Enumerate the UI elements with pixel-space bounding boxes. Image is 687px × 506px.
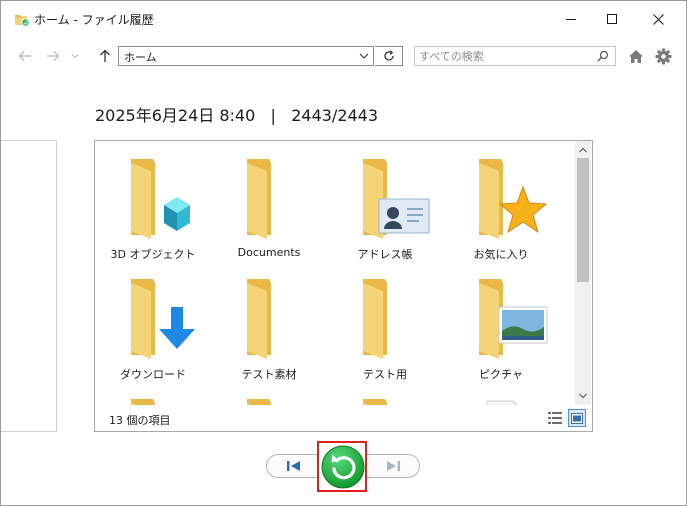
3d-objects-folder-icon <box>131 159 190 239</box>
folder-icon <box>247 159 271 239</box>
search-box[interactable] <box>414 46 616 66</box>
folder-label: ダウンロード <box>120 368 186 381</box>
minimize-icon <box>566 19 576 20</box>
previous-snapshot-pane[interactable] <box>1 140 57 432</box>
up-button[interactable] <box>94 45 116 67</box>
settings-button[interactable] <box>652 45 674 67</box>
snapshot-content-pane: 3D オブジェクト Documents アドレス帳 お気に入り ダウンロード テ… <box>94 140 593 432</box>
file-grid: 3D オブジェクト Documents アドレス帳 お気に入り ダウンロード テ… <box>95 141 575 405</box>
folder-item[interactable]: Documents <box>211 141 327 259</box>
forward-button[interactable] <box>42 45 64 67</box>
previous-version-button[interactable] <box>281 456 307 476</box>
pictures-folder-icon <box>479 279 548 359</box>
folder-item[interactable] <box>95 381 211 405</box>
window-title: ホーム - ファイル履歴 <box>34 13 154 27</box>
file-icon <box>486 400 518 405</box>
status-bar: 13 個の項目 <box>95 405 591 431</box>
folder-icon <box>247 399 271 405</box>
vertical-scrollbar[interactable] <box>575 141 591 405</box>
file-item[interactable] <box>443 381 559 405</box>
address-text: ホーム <box>124 51 157 64</box>
chevron-down-icon[interactable] <box>357 49 371 63</box>
folder-item[interactable] <box>211 381 327 405</box>
search-input[interactable] <box>419 48 589 64</box>
arrow-left-icon <box>18 51 31 61</box>
back-button[interactable] <box>14 45 36 67</box>
folder-icon <box>247 279 271 359</box>
large-icons-view-button[interactable] <box>568 409 586 427</box>
next-version-button[interactable] <box>380 456 406 476</box>
scrollbar-thumb[interactable] <box>577 158 589 282</box>
refresh-icon <box>383 50 394 61</box>
folder-label: Documents <box>237 246 301 259</box>
recent-locations-button[interactable] <box>67 45 83 67</box>
folder-item[interactable] <box>327 381 443 405</box>
snapshot-separator: | <box>270 106 276 125</box>
folder-label: お気に入り <box>473 248 529 261</box>
file-history-icon <box>15 15 30 27</box>
folder-icon <box>131 399 155 405</box>
refresh-button[interactable] <box>375 46 403 66</box>
folder-label: テスト用 <box>363 368 407 381</box>
snapshot-datetime: 2025年6月24日 8:40 <box>95 106 256 125</box>
folder-label: アドレス帳 <box>357 248 413 261</box>
close-button[interactable] <box>635 1 681 37</box>
restore-button[interactable] <box>321 445 365 489</box>
folder-label: 3D オブジェクト <box>110 248 196 261</box>
downloads-folder-icon <box>131 279 195 359</box>
home-button[interactable] <box>625 45 647 67</box>
close-icon <box>652 13 664 25</box>
folder-item[interactable]: 3D オブジェクト <box>95 141 211 261</box>
folder-label: テスト素材 <box>241 368 297 381</box>
title-bar: ホーム - ファイル履歴 <box>1 1 686 37</box>
details-view-icon <box>548 412 562 424</box>
folder-item[interactable]: お気に入り <box>443 141 559 261</box>
large-icons-view-icon <box>571 412 583 424</box>
folder-item[interactable]: テスト素材 <box>211 261 327 381</box>
maximize-icon <box>607 14 617 24</box>
contacts-folder-icon <box>363 159 430 239</box>
folder-label: ピクチャ <box>479 368 523 381</box>
search-icon <box>597 50 609 62</box>
arrow-up-icon <box>100 49 110 62</box>
maximize-button[interactable] <box>589 1 635 37</box>
snapshot-info: 2025年6月24日 8:40 | 2443/2443 <box>95 102 378 126</box>
next-icon <box>387 461 400 471</box>
navigation-bar: ホーム <box>1 41 686 73</box>
address-bar[interactable]: ホーム <box>118 46 374 66</box>
file-history-window: ホーム - ファイル履歴 ホーム すべての検索 2025年6月24日 8:40 … <box>0 0 687 506</box>
favorites-folder-icon <box>479 159 548 239</box>
item-count: 13 個の項目 <box>109 414 171 427</box>
arrow-right-icon <box>47 51 60 61</box>
folder-item[interactable]: アドレス帳 <box>327 141 443 261</box>
scroll-up-icon[interactable] <box>578 145 588 155</box>
minimize-button[interactable] <box>548 1 594 37</box>
previous-icon <box>287 461 300 471</box>
scroll-down-icon[interactable] <box>578 391 588 401</box>
chevron-down-icon <box>71 54 79 59</box>
details-view-button[interactable] <box>546 409 564 427</box>
home-icon <box>629 49 643 63</box>
folder-item[interactable]: ダウンロード <box>95 261 211 381</box>
snapshot-position: 2443/2443 <box>291 106 379 125</box>
folder-item[interactable]: ピクチャ <box>443 261 559 381</box>
folder-icon <box>363 279 387 359</box>
folder-item[interactable]: テスト用 <box>327 261 443 381</box>
folder-icon <box>363 399 387 405</box>
gear-icon <box>655 48 671 64</box>
